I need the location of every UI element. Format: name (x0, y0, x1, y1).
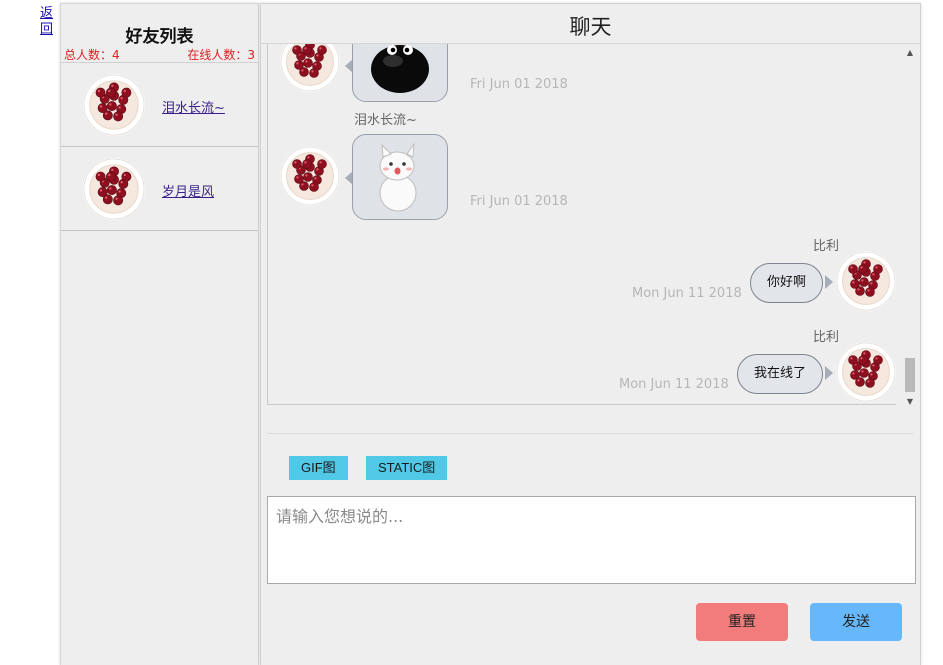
bubble-tail (825, 275, 833, 289)
sticker-bubble[interactable] (352, 134, 448, 220)
message-area[interactable]: Fri Jun 01 2018 泪水长流~ Fri Jun 01 2018 比利… (267, 44, 896, 405)
friend-item[interactable]: 岁月是风 (61, 147, 258, 231)
friend-panel: 好友列表 总人数：4 在线人数：3 泪水长流~ 岁月是风 (60, 3, 259, 665)
reset-button[interactable]: 重置 (696, 603, 788, 641)
scroll-up-arrow-icon[interactable]: ▲ (902, 46, 918, 60)
sticker-bubble[interactable] (352, 44, 448, 102)
scroll-thumb[interactable] (905, 358, 915, 392)
bubble-tail (825, 366, 833, 380)
message-time: Mon Jun 11 2018 (632, 286, 742, 301)
message-time: Fri Jun 01 2018 (470, 77, 568, 92)
friend-name-link[interactable]: 泪水长流~ (162, 97, 225, 116)
cherry-avatar[interactable] (83, 74, 145, 136)
friend-name-link[interactable]: 岁月是风 (162, 181, 214, 200)
static-button[interactable]: STATIC图 (366, 456, 448, 480)
gif-button[interactable]: GIF图 (289, 456, 348, 480)
scroll-down-arrow-icon[interactable]: ▼ (902, 395, 918, 409)
message-input[interactable] (267, 496, 916, 584)
message-time: Fri Jun 01 2018 (470, 194, 568, 209)
cherry-avatar (280, 146, 340, 206)
white-cat-sticker (379, 142, 417, 212)
friend-list-title: 好友列表 (125, 27, 194, 47)
back-link[interactable]: 返回 (40, 6, 54, 38)
black-blob-sticker (371, 45, 429, 93)
online-count: 在线人数：3 (187, 48, 255, 62)
divider (267, 433, 913, 434)
chat-title: 聊天 (261, 4, 920, 44)
cherry-avatar (836, 342, 896, 402)
cherry-avatar (836, 251, 896, 311)
message-time: Mon Jun 11 2018 (619, 377, 729, 392)
cherry-avatar[interactable] (83, 158, 145, 220)
chat-panel: 聊天 Fri Jun 01 2018 泪水长流~ Fri Jun 01 2018… (260, 3, 921, 665)
message-bubble[interactable]: 我在线了 (737, 354, 824, 394)
cherry-avatar (280, 44, 340, 92)
message-bubble[interactable]: 你好啊 (750, 263, 824, 303)
message-sender: 泪水长流~ (354, 113, 417, 128)
friend-list: 泪水长流~ 岁月是风 (61, 62, 258, 231)
friend-item[interactable]: 泪水长流~ (61, 63, 258, 147)
message-scrollbar[interactable]: ▲ ▼ (902, 44, 918, 409)
total-count: 总人数：4 (64, 48, 120, 62)
send-button[interactable]: 发送 (810, 603, 902, 641)
